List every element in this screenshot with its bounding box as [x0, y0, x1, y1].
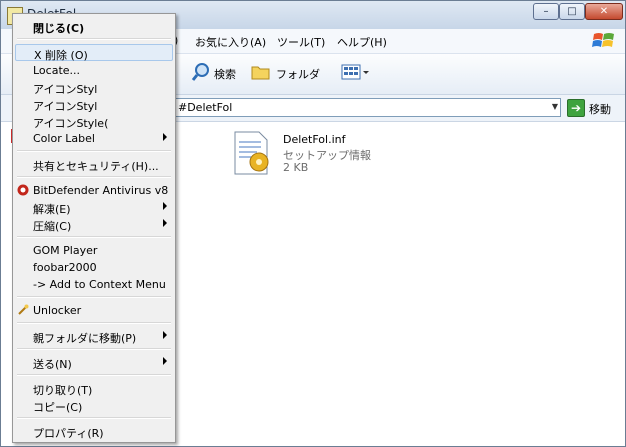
menu-item-compress[interactable]: 圧縮(C): [15, 216, 173, 233]
address-value: #DeletFol: [178, 101, 233, 114]
menu-separator: [17, 374, 171, 376]
inf-file-icon[interactable]: [231, 130, 273, 178]
context-menu: 閉じる(C) X 削除 (O) Locate... アイコンStyl アイコンS…: [12, 13, 176, 443]
menu-item-favorites[interactable]: お気に入り(A): [195, 34, 266, 50]
menu-item-help[interactable]: ヘルプ(H): [337, 34, 387, 50]
menu-separator: [17, 322, 171, 324]
menu-item-gom-player[interactable]: GOM Player: [15, 242, 173, 259]
menu-item-share-security[interactable]: 共有とセキュリティ(H)...: [15, 156, 173, 173]
chevron-down-icon[interactable]: ▼: [552, 102, 558, 111]
minimize-button[interactable]: –: [533, 3, 559, 20]
menu-item-copy[interactable]: コピー(C): [15, 397, 173, 414]
menu-item-move-parent[interactable]: 親フォルダに移動(P): [15, 328, 173, 345]
menu-separator: [17, 236, 171, 238]
menu-item-cut[interactable]: 切り取り(T): [15, 380, 173, 397]
windows-logo-icon: [592, 33, 614, 47]
address-input[interactable]: #DeletFol ▼: [173, 98, 561, 117]
go-button-label[interactable]: 移動: [589, 101, 611, 117]
views-icon[interactable]: [341, 62, 371, 82]
submenu-arrow-icon: [163, 219, 167, 227]
unlocker-wand-icon: [18, 304, 29, 315]
menu-separator: [17, 348, 171, 350]
menu-item-icon-style-3[interactable]: アイコンStyle(: [15, 113, 173, 130]
menu-item-bitdefender[interactable]: BitDefender Antivirus v8: [15, 182, 173, 199]
maximize-button[interactable]: □: [559, 3, 585, 20]
menu-item-close[interactable]: 閉じる(C): [15, 18, 173, 35]
file-size: 2 KB: [283, 161, 309, 174]
menu-item-unlocker[interactable]: Unlocker: [15, 302, 173, 319]
folders-button-label[interactable]: フォルダ: [276, 66, 320, 82]
menu-item-icon-style-2[interactable]: アイコンStyl: [15, 96, 173, 113]
bitdefender-icon: [17, 184, 29, 196]
menu-item-locate[interactable]: Locate...: [15, 62, 173, 79]
submenu-arrow-icon: [163, 202, 167, 210]
menu-item-properties[interactable]: プロパティ(R): [15, 423, 173, 440]
menu-separator: [17, 417, 171, 419]
menu-item-add-context-menu[interactable]: -> Add to Context Menu: [15, 276, 173, 293]
file-name[interactable]: DeletFol.inf: [283, 133, 346, 146]
menu-item-icon-style-1[interactable]: アイコンStyl: [15, 79, 173, 96]
menu-separator: [17, 38, 171, 40]
menu-item-tools[interactable]: ツール(T): [277, 34, 325, 50]
menu-item-color-label[interactable]: Color Label: [15, 130, 173, 147]
submenu-arrow-icon: [163, 133, 167, 141]
menu-separator: [17, 296, 171, 298]
submenu-arrow-icon: [163, 357, 167, 365]
menu-item-send-to[interactable]: 送る(N): [15, 354, 173, 371]
menu-item-foobar[interactable]: foobar2000: [15, 259, 173, 276]
menu-item-delete[interactable]: X 削除 (O): [15, 44, 173, 62]
menu-separator: [17, 150, 171, 152]
menu-separator: [17, 176, 171, 178]
close-button[interactable]: ✕: [585, 3, 623, 20]
go-arrow-icon[interactable]: ➔: [567, 99, 585, 117]
search-button-label[interactable]: 検索: [214, 66, 236, 82]
folders-icon[interactable]: [251, 62, 271, 82]
menu-item-extract[interactable]: 解凍(E): [15, 199, 173, 216]
search-icon[interactable]: [191, 62, 211, 82]
submenu-arrow-icon: [163, 331, 167, 339]
